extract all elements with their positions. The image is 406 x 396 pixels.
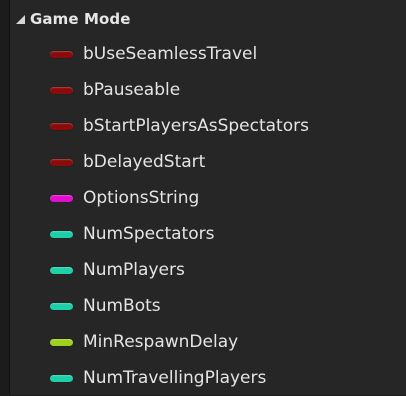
variable-name: NumTravellingPlayers — [83, 368, 267, 388]
variable-row[interactable]: NumSpectators — [10, 216, 406, 252]
variable-row[interactable]: bStartPlayersAsSpectators — [10, 108, 406, 144]
variable-name: NumBots — [83, 296, 161, 316]
variable-row[interactable]: NumTravellingPlayers — [10, 360, 406, 396]
bool-pill-icon — [50, 158, 73, 166]
variable-row[interactable]: NumPlayers — [10, 252, 406, 288]
variable-name: bPauseable — [83, 80, 181, 100]
float-pill-icon — [50, 338, 73, 346]
variable-row[interactable]: bPauseable — [10, 72, 406, 108]
variable-name: OptionsString — [83, 188, 200, 208]
variable-name: MinRespawnDelay — [83, 332, 239, 352]
category-game-mode[interactable]: Game Mode — [10, 6, 131, 32]
variable-row[interactable]: bDelayedStart — [10, 144, 406, 180]
variable-name: bUseSeamlessTravel — [83, 44, 258, 64]
variable-row[interactable]: MinRespawnDelay — [10, 324, 406, 360]
int-pill-icon — [50, 266, 73, 274]
int-pill-icon — [50, 230, 73, 238]
collapse-triangle-icon[interactable] — [16, 14, 25, 24]
variable-name: bDelayedStart — [83, 152, 206, 172]
bool-pill-icon — [50, 122, 73, 130]
category-label: Game Mode — [30, 10, 131, 28]
int-pill-icon — [50, 374, 73, 382]
bool-pill-icon — [50, 50, 73, 58]
variable-name: NumPlayers — [83, 260, 185, 280]
variable-row[interactable]: NumBots — [10, 288, 406, 324]
int-pill-icon — [50, 302, 73, 310]
string-pill-icon — [50, 194, 73, 202]
variable-row[interactable]: OptionsString — [10, 180, 406, 216]
variable-name: bStartPlayersAsSpectators — [83, 116, 309, 136]
bool-pill-icon — [50, 86, 73, 94]
variable-row[interactable]: bUseSeamlessTravel — [10, 36, 406, 72]
variable-name: NumSpectators — [83, 224, 215, 244]
variables-panel: Game Mode bUseSeamlessTravel bPauseable … — [9, 0, 406, 395]
